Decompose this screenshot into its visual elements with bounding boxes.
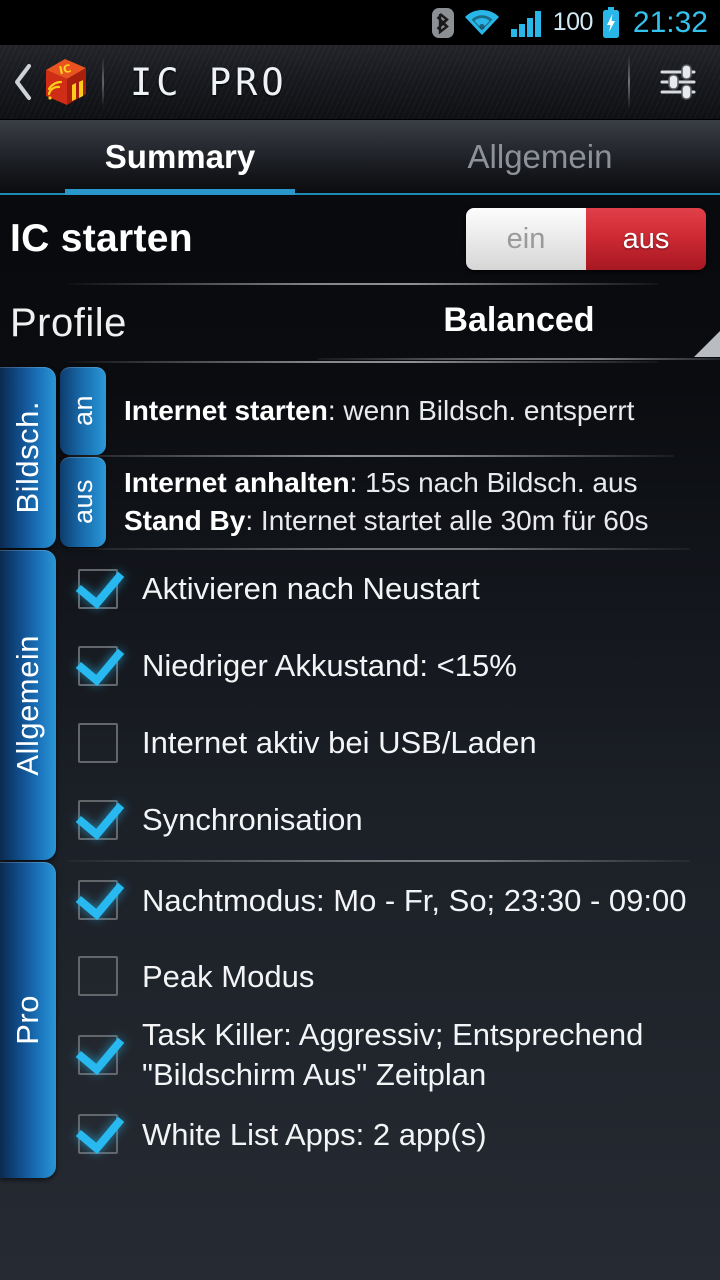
status-bar: 100 21:32: [0, 0, 720, 45]
screen-section: Bildsch. an Internet starten: wenn Bilds…: [0, 363, 720, 548]
checkbox-aktivieren-nach-neustart[interactable]: [78, 568, 118, 609]
toggle-option-aus[interactable]: aus: [586, 208, 706, 270]
profile-spinner[interactable]: Balanced: [318, 286, 720, 360]
screen-on-line-1-bold: Internet starten: [124, 395, 328, 426]
general-section: Allgemein Aktivieren nach Neustart Niedr…: [0, 550, 720, 860]
screen-off-line-1: Internet anhalten: 15s nach Bildsch. aus: [124, 464, 700, 502]
screen-off-line-2-bold: Stand By: [124, 505, 246, 536]
list-item[interactable]: Peak Modus: [60, 938, 720, 1014]
ic-pro-cube-logo: IC: [38, 54, 94, 110]
profile-label: Profile: [10, 300, 127, 345]
screen-off-line-1-bold: Internet anhalten: [124, 467, 350, 498]
list-item[interactable]: Synchronisation: [60, 781, 720, 858]
list-item[interactable]: White List Apps: 2 app(s): [60, 1096, 720, 1172]
pro-section: Pro Nachtmodus: Mo - Fr, So; 23:30 - 09:…: [0, 862, 720, 1178]
spinner-underline: [318, 358, 720, 360]
bluetooth-icon: [431, 7, 454, 38]
tab-allgemein[interactable]: Allgemein: [360, 120, 720, 193]
ic-start-label: IC starten: [10, 217, 193, 260]
checkbox-task-killer[interactable]: [78, 1035, 118, 1075]
battery-charging-icon: [602, 6, 620, 39]
battery-percent-label: 100: [552, 8, 594, 36]
side-tab-bildschirm[interactable]: Bildsch.: [0, 367, 56, 548]
app-screen: 100 21:32 IC IC PRO Summary Allgemein IC…: [0, 0, 720, 1280]
list-item-label: Internet aktiv bei USB/Laden: [142, 725, 537, 760]
side-tab-allgemein[interactable]: Allgemein: [0, 550, 56, 860]
screen-off-line-2: Stand By: Internet startet alle 30m für …: [124, 502, 700, 540]
list-item-label: Task Killer: Aggressiv; Entsprechend "Bi…: [142, 1017, 644, 1092]
list-item-label: Aktivieren nach Neustart: [142, 571, 480, 606]
screen-off-block[interactable]: aus Internet anhalten: 15s nach Bildsch.…: [60, 457, 720, 547]
wifi-icon: [463, 8, 501, 38]
profile-value: Balanced: [443, 300, 595, 339]
title-separator-right: [628, 55, 630, 109]
side-tab-bildschirm-label: Bildsch.: [10, 401, 45, 514]
tab-allgemein-label: Allgemein: [467, 137, 613, 175]
cellular-signal-icon: [510, 8, 544, 38]
toggle-option-ein[interactable]: ein: [466, 208, 586, 270]
list-item[interactable]: Internet aktiv bei USB/Laden: [60, 704, 720, 781]
checkbox-niedriger-akkustand[interactable]: [78, 645, 118, 686]
side-tab-pro-label: Pro: [10, 995, 45, 1045]
list-item[interactable]: Aktivieren nach Neustart: [60, 550, 720, 627]
checkbox-peak-modus[interactable]: [78, 956, 118, 996]
profile-row: Profile Balanced: [0, 285, 720, 361]
state-tab-aus[interactable]: aus: [60, 457, 106, 547]
checkbox-synchronisation[interactable]: [78, 799, 118, 840]
state-tab-an-label: an: [67, 395, 98, 427]
checkbox-internet-aktiv-usb-laden[interactable]: [78, 722, 118, 763]
page-title: IC PRO: [130, 60, 288, 104]
side-tab-allgemein-label: Allgemein: [10, 634, 45, 776]
tab-summary-label: Summary: [104, 137, 256, 175]
checkbox-white-list-apps[interactable]: [78, 1114, 118, 1154]
list-item-label: Niedriger Akkustand: <15%: [142, 648, 517, 683]
title-bar: IC IC PRO: [0, 45, 720, 120]
checkbox-nachtmodus[interactable]: [78, 880, 118, 920]
summary-content: IC starten ein aus Profile Balanced Bild…: [0, 195, 720, 1178]
settings-sliders-icon[interactable]: [650, 54, 706, 110]
back-chevron-icon[interactable]: [10, 63, 36, 101]
state-tab-an[interactable]: an: [60, 367, 106, 455]
list-item[interactable]: Niedriger Akkustand: <15%: [60, 627, 720, 704]
screen-off-line-1-rest: : 15s nach Bildsch. aus: [349, 467, 638, 498]
status-clock: 21:32: [632, 5, 708, 39]
list-item-label: Synchronisation: [142, 802, 363, 837]
state-tab-aus-label: aus: [67, 479, 98, 525]
title-separator: [102, 57, 104, 107]
screen-on-line-1-rest: : wenn Bildsch. entsperrt: [327, 395, 635, 426]
tab-summary[interactable]: Summary: [0, 120, 360, 195]
ic-start-row: IC starten ein aus: [0, 195, 720, 283]
screen-off-line-2-rest: : Internet startet alle 30m für 60s: [245, 505, 649, 536]
list-item-label: Peak Modus: [142, 958, 315, 994]
list-item[interactable]: Nachtmodus: Mo - Fr, So; 23:30 - 09:00: [60, 862, 720, 938]
screen-on-block[interactable]: an Internet starten: wenn Bildsch. entsp…: [60, 367, 720, 455]
list-item[interactable]: Task Killer: Aggressiv; Entsprechend "Bi…: [60, 1014, 720, 1096]
tab-bar: Summary Allgemein: [0, 120, 720, 195]
list-item-label: White List Apps: 2 app(s): [142, 1116, 487, 1152]
list-item-label: Nachtmodus: Mo - Fr, So; 23:30 - 09:00: [142, 882, 687, 918]
screen-on-line-1: Internet starten: wenn Bildsch. entsperr…: [124, 392, 700, 430]
spinner-triangle-icon: [694, 331, 720, 357]
side-tab-pro[interactable]: Pro: [0, 862, 56, 1178]
ic-start-toggle[interactable]: ein aus: [466, 208, 706, 270]
